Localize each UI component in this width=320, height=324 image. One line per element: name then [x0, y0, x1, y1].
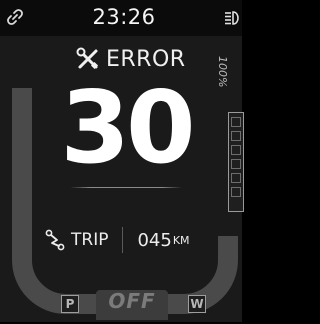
speed-underline	[70, 187, 182, 188]
walk-indicator: W	[188, 295, 206, 313]
battery-cell	[231, 173, 241, 183]
trip-unit: KM	[172, 233, 190, 247]
clock: 23:26	[92, 5, 156, 29]
battery-gauge	[228, 112, 244, 212]
battery-cell	[231, 145, 241, 155]
link-icon	[7, 9, 23, 25]
battery-cell	[231, 159, 241, 169]
error-label: ERROR	[106, 46, 186, 72]
wrench-screwdriver-icon	[76, 47, 99, 70]
display-screen: 23:26 ERROR 30 100% TRIP 045 KM P OFF W	[0, 0, 244, 322]
route-icon	[45, 229, 65, 251]
trip-info[interactable]: TRIP 045 KM	[44, 226, 190, 254]
park-indicator: P	[61, 295, 79, 313]
trip-distance: 045	[137, 229, 172, 251]
battery-cell	[231, 131, 241, 141]
assist-level-label: OFF	[108, 289, 156, 313]
battery-cell	[231, 117, 241, 127]
battery-cell	[231, 187, 241, 197]
battery-percent: 100%	[216, 56, 229, 88]
headlight-icon	[225, 11, 239, 25]
trip-label: TRIP	[71, 230, 109, 250]
speed-readout: 30	[60, 69, 195, 186]
divider	[122, 227, 124, 253]
